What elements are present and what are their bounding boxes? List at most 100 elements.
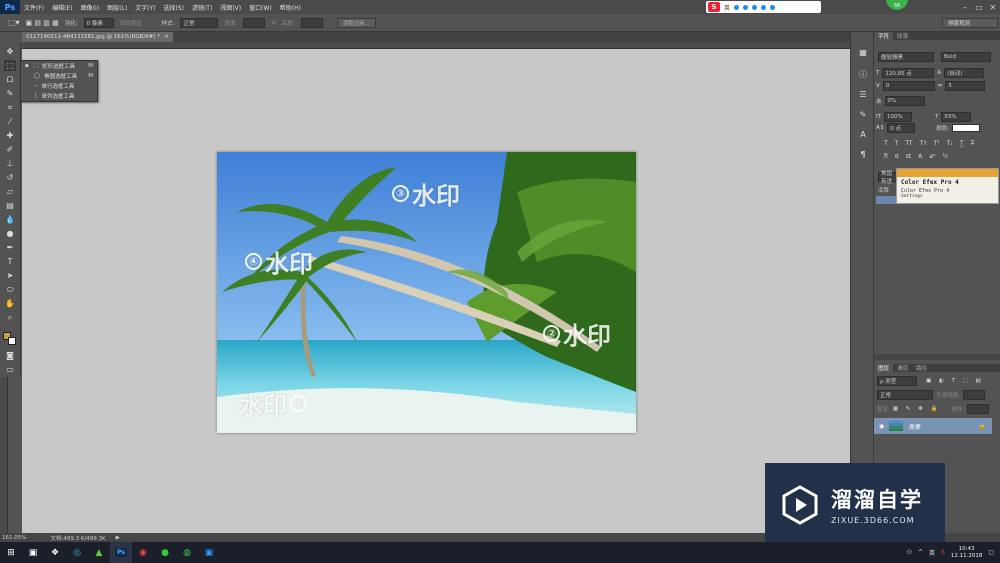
wechat-icon[interactable]: ● [154,542,176,563]
subscript-icon[interactable]: T₁ [947,140,953,147]
antialias-checkbox[interactable]: 消除锯齿 [120,19,142,27]
stylistic-icon[interactable]: st [906,153,911,160]
clock[interactable]: 10:43 12.11.2018 [951,546,983,560]
task-view-icon[interactable]: ▣ [22,542,44,563]
menu-select[interactable]: 选择(S) [159,3,188,12]
feather-input[interactable]: 0 像素 [83,17,114,28]
ordinal-icon[interactable]: aᵃ [929,153,935,160]
flyout-item-ellip-marquee[interactable]: ◯ 椭圆选框工具 M [21,71,97,81]
swash-icon[interactable]: σ [895,153,899,160]
ime-lang[interactable]: 英 [724,3,730,12]
close-icon[interactable]: ✕ [986,0,1000,14]
status-arrow-icon[interactable]: ▶ [116,535,120,541]
flyout-item-row-marquee[interactable]: ┄ 单行选框工具 [21,81,97,91]
tab-paths[interactable]: 路径 [912,364,931,372]
baseline-input[interactable]: 0 点 [887,123,916,133]
strikethrough-icon[interactable]: T̶ [971,140,975,147]
pen-tool-icon[interactable]: ✒ [4,242,16,253]
background-color-swatch[interactable] [8,337,16,345]
shape-tool-icon[interactable]: ⬭ [4,284,16,295]
people-icon[interactable]: ⚇ [907,549,912,556]
menu-help[interactable]: 帮助(H) [276,3,305,12]
chrome-icon[interactable]: ◉ [132,542,154,563]
menu-image[interactable]: 图像(I) [77,3,103,12]
hand-tool-icon[interactable]: ✋ [4,298,16,309]
opacity-input[interactable] [962,390,985,400]
eraser-tool-icon[interactable]: ▱ [4,186,16,197]
visibility-eye-icon[interactable]: ◉ [879,423,884,430]
brush-tool-icon[interactable]: ✐ [4,144,16,155]
tab-character[interactable]: 字符 [874,32,894,40]
selection-mode-icons[interactable]: ▣ ▤ ▥ ▦ [26,19,59,27]
superscript-icon[interactable]: T¹ [934,140,940,147]
char-panel-icon[interactable]: A [857,128,869,140]
notifications-icon[interactable]: ▢ [988,549,994,556]
menu-filter[interactable]: 滤镜(T) [188,3,216,12]
tab-close-icon[interactable]: × [164,34,169,40]
tab-channels[interactable]: 通道 [893,364,912,372]
fill-input[interactable] [967,404,990,414]
language-select[interactable]: 美国英语 [878,171,898,185]
document-tab[interactable]: 0117140511-484131561.jpg @ 161%(RGB/8#) … [22,32,173,42]
workspace-select[interactable]: 排版规则 [942,17,998,28]
menu-layer[interactable]: 图层(L) [103,3,131,12]
menu-file[interactable]: 文件(F) [20,3,48,12]
document-image[interactable]: ③ 水印 ④ 水印 ② 水印 ① 水印 [217,152,636,433]
kerning-input[interactable]: 0 [882,81,935,91]
faux-bold-icon[interactable]: T [884,140,888,147]
keyboard-icon[interactable] [752,4,758,10]
width-input[interactable] [243,17,266,28]
dodge-tool-icon[interactable]: ● [4,228,16,239]
ligature-icon[interactable]: fi [884,153,888,160]
layer-filter-icons[interactable]: ▣ ◐ T ⬚ ▤ [926,378,984,384]
gradient-tool-icon[interactable]: ▤ [4,200,16,211]
lasso-tool-icon[interactable]: ᗝ [4,74,16,85]
tools-icon[interactable] [770,4,776,10]
height-input[interactable] [300,17,323,28]
info-panel-icon[interactable]: ⓘ [857,68,869,80]
skin-icon[interactable] [761,4,767,10]
tab-layers[interactable]: 图层 [874,364,894,372]
small-caps-icon[interactable]: Tт [920,140,927,147]
font-family-select[interactable]: 微软雅黑 [878,52,934,62]
layer-row-background[interactable]: ◉ 背景 🔒 [874,418,992,434]
sogou-tray-icon[interactable]: S [941,549,945,556]
blur-tool-icon[interactable]: 💧 [4,214,16,225]
blend-mode-select[interactable]: 正常 [877,390,933,400]
faux-italic-icon[interactable]: T [895,140,899,147]
healing-brush-icon[interactable]: ✚ [4,130,16,141]
font-weight-select[interactable]: Bold [941,52,991,62]
zoom-level[interactable]: 161.05% [2,535,26,541]
move-tool-icon[interactable]: ✥ [4,46,16,57]
history-panel-icon[interactable]: ▦ [857,46,869,58]
app-icon-5[interactable]: ▣ [198,542,220,563]
flyout-item-rect-marquee[interactable]: ▪ ⬚ 矩形选框工具 M [21,61,97,71]
quick-mask-icon[interactable]: ◙ [4,350,16,361]
menu-edit[interactable]: 编辑(E) [48,3,76,12]
app-icon-3[interactable]: ▲ [88,542,110,563]
lock-icons[interactable]: ▦ ✎ ✥ 🔒 [893,406,941,412]
layer-kind-select[interactable]: ρ 类型 [877,376,917,386]
doc-size[interactable]: 文档:489.3 K/489.3K [50,534,105,542]
style-select[interactable]: 正常 [180,17,219,28]
menu-type[interactable]: 文字(Y) [131,3,159,12]
tracking-input[interactable]: 5 [945,81,986,91]
app-icon-2[interactable]: ◎ [66,542,88,563]
ime-toolbar[interactable]: S 英 [706,1,821,13]
app-icon-4[interactable]: ◍ [176,542,198,563]
tray-lang[interactable]: 英 [929,548,935,557]
underline-icon[interactable]: T̲ [960,140,964,147]
menu-window[interactable]: 窗口(W) [245,3,276,12]
tray-up-icon[interactable]: ^ [918,549,923,556]
color-efex-settings[interactable]: Settings [897,194,998,199]
quick-select-icon[interactable]: ✎ [4,88,16,99]
paragraph-panel-icon[interactable]: ¶ [857,148,869,160]
flyout-item-col-marquee[interactable]: ┆ 单列选框工具 [21,91,97,101]
mic-icon[interactable] [743,4,749,10]
menu-view[interactable]: 视图(V) [216,3,245,12]
screen-mode-icon[interactable]: ▭ [4,364,16,375]
titling-icon[interactable]: A [918,153,922,160]
windows-start-icon[interactable]: ⊞ [0,542,22,563]
fraction-icon[interactable]: ½ [942,153,948,160]
tab-paragraph[interactable]: 段落 [893,32,912,40]
